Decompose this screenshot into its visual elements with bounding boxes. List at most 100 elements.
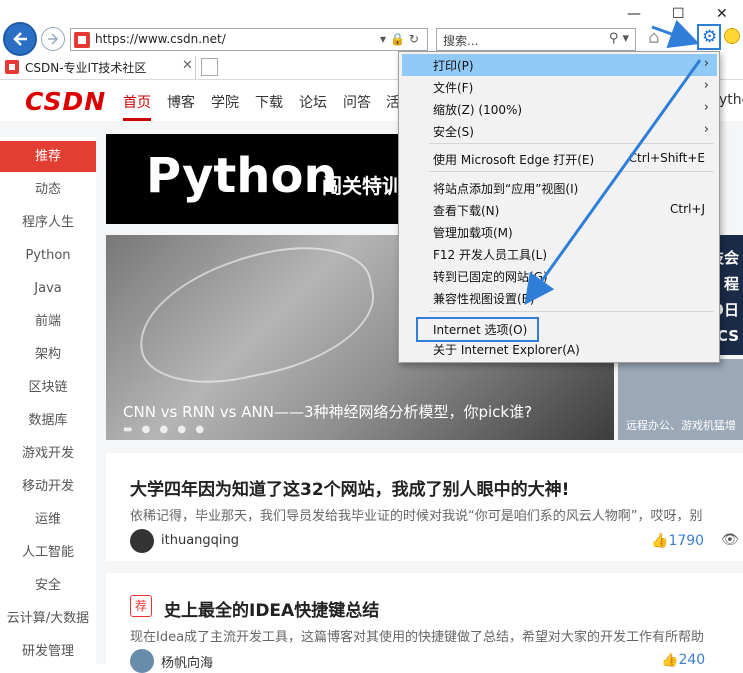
search-box[interactable]: 搜索... ⚲ ▾: [436, 28, 636, 51]
menu-item-label: 查看下载(N): [433, 204, 500, 218]
menu-item-label: 使用 Microsoft Edge 打开(E): [433, 153, 595, 167]
side-banner-remote-work[interactable]: 远程办公、游戏机猛增: [618, 359, 743, 440]
nav-qa[interactable]: 问答: [343, 92, 371, 112]
menu-item-label: 管理加载项(M): [433, 226, 513, 240]
forward-button[interactable]: [41, 27, 65, 51]
side-banner2-caption: 远程办公、游戏机猛增: [626, 419, 736, 432]
minimize-button[interactable]: —: [627, 6, 641, 22]
menu-separator: [429, 311, 714, 312]
menu-item[interactable]: F12 开发人员工具(L): [402, 243, 717, 265]
back-button[interactable]: [3, 22, 37, 56]
robot-hand-image: [126, 231, 386, 399]
internet-options-highlight-box: [416, 317, 539, 342]
submenu-arrow-icon: ›: [703, 122, 709, 137]
search-icon[interactable]: ⚲ ▾: [609, 31, 629, 46]
banner-title: Python: [146, 148, 338, 204]
menu-item-label: 关于 Internet Explorer(A): [433, 343, 580, 357]
sidebar-item[interactable]: 数据库: [0, 405, 96, 436]
article-card[interactable]: 大学四年因为知道了这32个网站，我成了别人眼中的大神! 依稀记得，毕业那天，我们…: [106, 453, 743, 561]
sidebar-item[interactable]: 安全: [0, 570, 96, 601]
article-description: 依稀记得，毕业那天，我们导员发给我毕业证的时候对我说“你可是咱们系的风云人物啊”…: [130, 509, 703, 524]
submenu-arrow-icon: ›: [703, 56, 709, 71]
sidebar-item[interactable]: 云计算/大数据: [0, 603, 96, 634]
hero-caption[interactable]: CNN vs RNN vs ANN——3种神经网络分析模型，你pick谁?: [123, 401, 532, 422]
menu-item-label: 转到已固定的网站(G): [433, 270, 548, 284]
sidebar-item[interactable]: 推荐: [0, 141, 96, 172]
menu-item[interactable]: 打印(P) ›: [402, 54, 717, 76]
sidebar-item[interactable]: 人工智能: [0, 537, 96, 568]
tab-close-icon[interactable]: ✕: [182, 58, 193, 73]
article-title[interactable]: 大学四年因为知道了这32个网站，我成了别人眼中的大神!: [130, 475, 569, 500]
nav-python-search[interactable]: ytho: [719, 92, 743, 108]
sidebar-item[interactable]: 程序人生: [0, 207, 96, 238]
search-placeholder[interactable]: 搜索...: [443, 32, 478, 49]
menu-item[interactable]: 查看下载(N) Ctrl+J: [402, 199, 717, 221]
carousel-dots[interactable]: ▬ ● ● ● ●: [123, 424, 207, 435]
browser-tab[interactable]: CSDN-专业IT技术社区 ✕: [0, 56, 196, 79]
view-eye-icon: 👁: [721, 532, 739, 548]
menu-item-label: 文件(F): [433, 81, 474, 95]
banner-subtitle: 闯关特训: [322, 174, 402, 198]
author-avatar[interactable]: [130, 529, 154, 553]
nav-home[interactable]: 首页: [123, 92, 151, 112]
back-arrow-icon: [13, 32, 27, 46]
nav-download[interactable]: 下载: [255, 92, 283, 112]
sidebar-item[interactable]: 游戏开发: [0, 438, 96, 469]
sidebar-item[interactable]: 区块链: [0, 372, 96, 403]
csdn-logo[interactable]: CSDN: [25, 87, 106, 116]
close-window-button[interactable]: ✕: [716, 6, 728, 22]
menu-item[interactable]: 安全(S) ›: [402, 120, 717, 142]
sidebar-item[interactable]: 前端: [0, 306, 96, 337]
menu-item-label: 缩放(Z) (100%): [433, 103, 523, 117]
sidebar-item[interactable]: 移动开发: [0, 471, 96, 502]
menu-item[interactable]: 管理加载项(M): [402, 221, 717, 243]
sidebar-item[interactable]: 运维: [0, 504, 96, 535]
author-avatar[interactable]: [130, 649, 154, 673]
sidebar-item[interactable]: 动态: [0, 174, 96, 205]
nav-forum[interactable]: 论坛: [299, 92, 327, 112]
like-count[interactable]: 👍1790: [651, 533, 704, 549]
menu-item-shortcut: Ctrl+Shift+E: [628, 151, 705, 165]
submenu-arrow-icon: ›: [703, 78, 709, 93]
tools-gear-button[interactable]: ⚙: [697, 24, 721, 50]
menu-item[interactable]: 缩放(Z) (100%) ›: [402, 98, 717, 120]
menu-item[interactable]: 使用 Microsoft Edge 打开(E) Ctrl+Shift+E: [402, 148, 717, 170]
favorites-star-icon[interactable]: ☆: [674, 27, 690, 48]
sidebar-item[interactable]: Python: [0, 240, 96, 271]
sidebar-item[interactable]: 研发管理: [0, 636, 96, 667]
menu-item-label: 安全(S): [433, 125, 474, 139]
menu-item[interactable]: 将站点添加到“应用”视图(I): [402, 177, 717, 199]
menu-item[interactable]: 兼容性视图设置(B): [402, 287, 717, 309]
feedback-smiley-icon[interactable]: [724, 28, 740, 44]
recommended-badge: 荐: [130, 595, 152, 617]
sidebar-item[interactable]: 架构: [0, 339, 96, 370]
category-sidebar: 推荐 动态 程序人生 Python Java 前端 架构 区块链 数据库 游戏开发 移动开发 运维 人工…: [0, 137, 96, 664]
maximize-button[interactable]: ☐: [672, 6, 685, 22]
address-bar[interactable]: https://www.csdn.net/ ▾🔒↻: [70, 28, 428, 51]
nav-blog[interactable]: 博客: [167, 92, 195, 112]
nav-active-indicator: [123, 118, 151, 121]
menu-item-shortcut: Ctrl+J: [670, 202, 705, 216]
menu-separator: [429, 143, 714, 144]
like-count-value: 1790: [668, 533, 705, 549]
home-icon[interactable]: ⌂: [648, 27, 659, 48]
gear-icon: ⚙: [702, 27, 718, 47]
address-url[interactable]: https://www.csdn.net/: [95, 32, 226, 46]
tab-favicon-icon: [5, 60, 19, 74]
new-tab-button[interactable]: [201, 58, 218, 76]
sidebar-item[interactable]: Java: [0, 273, 96, 304]
menu-item-label: F12 开发人员工具(L): [433, 248, 548, 262]
article-author[interactable]: 杨帆向海: [161, 652, 213, 671]
submenu-arrow-icon: ›: [703, 100, 709, 115]
article-author[interactable]: ithuangqing: [161, 533, 239, 548]
menu-item-label: 打印(P): [433, 59, 474, 73]
article-title[interactable]: 史上最全的IDEA快捷键总结: [164, 596, 379, 621]
menu-item[interactable]: 转到已固定的网站(G): [402, 265, 717, 287]
menu-item-label: 兼容性视图设置(B): [433, 292, 535, 306]
tab-title[interactable]: CSDN-专业IT技术社区: [25, 59, 146, 76]
address-tools-icon[interactable]: ▾🔒↻: [380, 32, 423, 46]
nav-academy[interactable]: 学院: [211, 92, 239, 112]
menu-separator: [429, 171, 714, 172]
thumb-up-icon: 👍: [651, 533, 669, 549]
menu-item[interactable]: 文件(F) ›: [402, 76, 717, 98]
